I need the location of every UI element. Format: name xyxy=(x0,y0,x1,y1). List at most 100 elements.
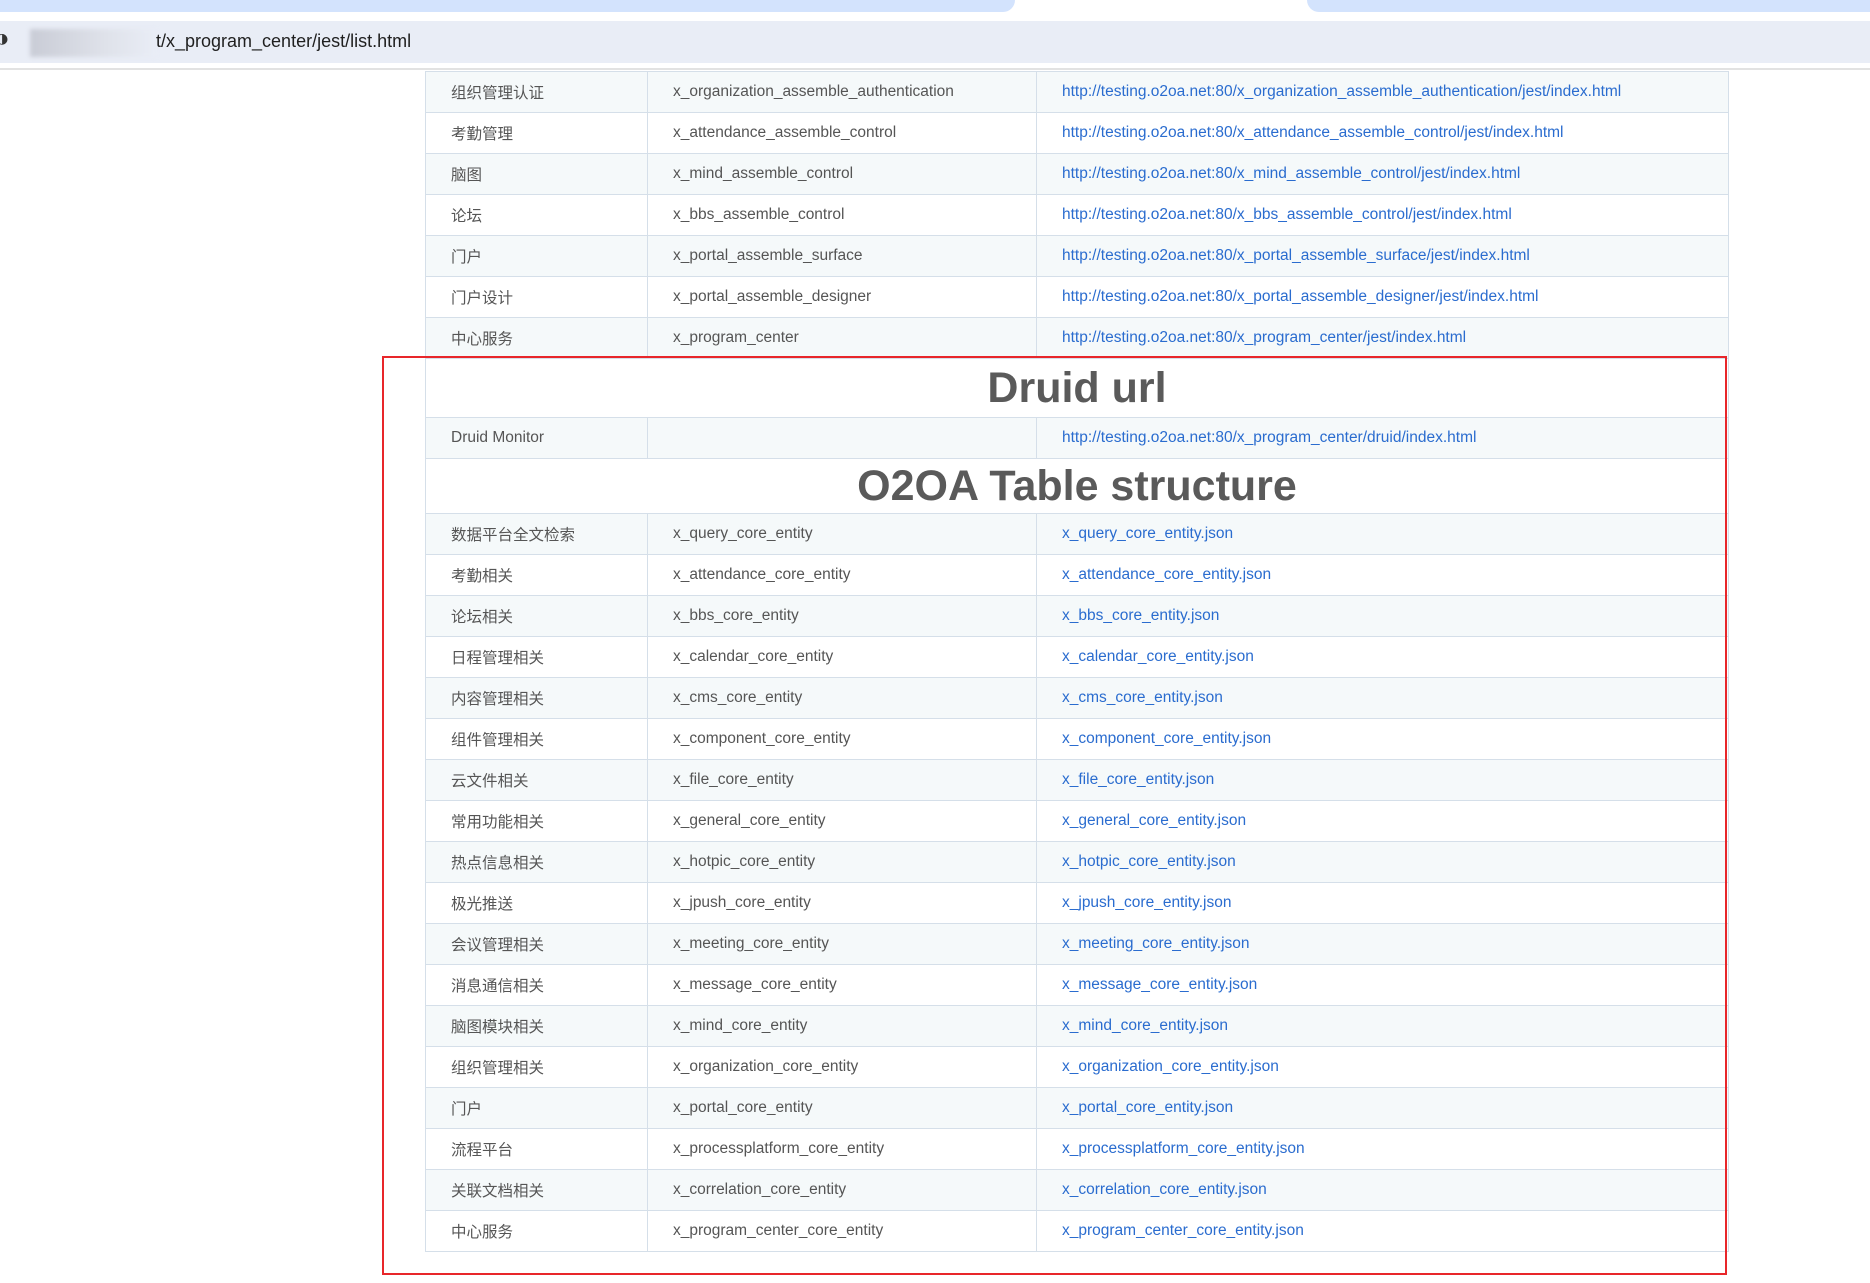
row-link[interactable]: http://testing.o2oa.net:80/x_organizatio… xyxy=(1062,83,1621,100)
row-link[interactable]: http://testing.o2oa.net:80/x_mind_assemb… xyxy=(1062,165,1520,182)
table-row: 常用功能相关 x_general_core_entity x_general_cor… xyxy=(425,800,1729,842)
row-module: x_meeting_core_entity xyxy=(673,935,829,952)
row-module-cell: x_meeting_core_entity xyxy=(647,923,1037,965)
row-link-cell: http://testing.o2oa.net:80/x_program_cen… xyxy=(1036,317,1729,359)
row-link[interactable]: x_jpush_core_entity.json xyxy=(1062,894,1231,911)
row-module-cell: x_hotpic_core_entity xyxy=(647,841,1037,883)
row-name-cell: 门户 xyxy=(425,1087,648,1129)
row-link[interactable]: x_general_core_entity.json xyxy=(1062,812,1246,829)
row-link[interactable]: x_file_core_entity.json xyxy=(1062,771,1214,788)
row-name: 考勤相关 xyxy=(451,568,514,585)
row-name-cell: 组件管理相关 xyxy=(425,718,648,760)
row-link[interactable]: x_component_core_entity.json xyxy=(1062,730,1271,747)
row-link-cell: x_program_center_core_entity.json xyxy=(1036,1210,1729,1252)
row-name: 会议管理相关 xyxy=(451,937,545,954)
row-link[interactable]: x_hotpic_core_entity.json xyxy=(1062,853,1236,870)
row-module: x_portal_core_entity xyxy=(673,1099,813,1116)
row-module-cell: x_general_core_entity xyxy=(647,800,1037,842)
row-link[interactable]: x_processplatform_core_entity.json xyxy=(1062,1140,1305,1157)
row-link-cell: x_processplatform_core_entity.json xyxy=(1036,1128,1729,1170)
table-row: 内容管理相关 x_cms_core_entity x_cms_core_entity… xyxy=(425,677,1729,719)
table-row: 考勤相关 x_attendance_core_entity x_attendance… xyxy=(425,554,1729,596)
table-row: 数据平台全文检索 x_query_core_entity x_query_core_… xyxy=(425,513,1729,555)
row-link[interactable]: x_mind_core_entity.json xyxy=(1062,1017,1228,1034)
row-name-cell: 流程平台 xyxy=(425,1128,648,1170)
row-link[interactable]: x_bbs_core_entity.json xyxy=(1062,607,1219,624)
druid-heading: Druid url xyxy=(425,358,1729,418)
row-link[interactable]: x_correlation_core_entity.json xyxy=(1062,1181,1267,1198)
row-link[interactable]: http://testing.o2oa.net:80/x_portal_asse… xyxy=(1062,288,1539,305)
row-link[interactable]: x_calendar_core_entity.json xyxy=(1062,648,1254,665)
row-name-cell: 常用功能相关 xyxy=(425,800,648,842)
row-link-cell: x_calendar_core_entity.json xyxy=(1036,636,1729,678)
security-icon[interactable]: ◑ xyxy=(0,31,8,47)
row-name-cell: Druid Monitor xyxy=(425,417,648,459)
row-link[interactable]: http://testing.o2oa.net:80/x_attendance_… xyxy=(1062,124,1564,141)
row-link[interactable]: http://testing.o2oa.net:80/x_program_cen… xyxy=(1062,429,1476,446)
row-link[interactable]: x_program_center_core_entity.json xyxy=(1062,1222,1304,1239)
row-module-cell: x_file_core_entity xyxy=(647,759,1037,801)
row-module: x_attendance_core_entity xyxy=(673,566,851,583)
row-link[interactable]: x_query_core_entity.json xyxy=(1062,525,1233,542)
row-module: x_general_core_entity xyxy=(673,812,826,829)
row-link[interactable]: x_organization_core_entity.json xyxy=(1062,1058,1279,1075)
row-link[interactable]: x_cms_core_entity.json xyxy=(1062,689,1223,706)
table-row: 热点信息相关 x_hotpic_core_entity x_hotpic_core_… xyxy=(425,841,1729,883)
row-link[interactable]: x_attendance_core_entity.json xyxy=(1062,566,1271,583)
table-row: 脑图模块相关 x_mind_core_entity x_mind_core_enti… xyxy=(425,1005,1729,1047)
url-text[interactable]: t/x_program_center/jest/list.html xyxy=(156,31,411,52)
row-link-cell: http://testing.o2oa.net:80/x_program_cen… xyxy=(1036,417,1729,459)
row-link-cell: x_portal_core_entity.json xyxy=(1036,1087,1729,1129)
row-name: 脑图 xyxy=(451,167,483,184)
row-module-cell: x_portal_core_entity xyxy=(647,1087,1037,1129)
row-link-cell: x_correlation_core_entity.json xyxy=(1036,1169,1729,1211)
row-name-cell: 热点信息相关 xyxy=(425,841,648,883)
druid-heading-row: Druid url xyxy=(425,358,1729,418)
browser-tab[interactable] xyxy=(1307,0,1870,12)
row-link[interactable]: http://testing.o2oa.net:80/x_portal_asse… xyxy=(1062,247,1530,264)
row-module-cell: x_organization_assemble_authentication xyxy=(647,71,1037,113)
table-row: 门户 x_portal_core_entity x_portal_core_enti… xyxy=(425,1087,1729,1129)
table-row: 门户 x_portal_assemble_surface http://testin… xyxy=(425,235,1729,277)
divider xyxy=(0,68,1870,70)
row-name-cell: 考勤管理 xyxy=(425,112,648,154)
table-row: 考勤管理 x_attendance_assemble_control http://… xyxy=(425,112,1729,154)
table-row: 组织管理认证 x_organization_assemble_authentica… xyxy=(425,71,1729,113)
address-bar[interactable]: ◑ t/x_program_center/jest/list.html xyxy=(0,21,1870,63)
table-structure-heading: O2OA Table structure xyxy=(425,458,1729,514)
table-row: 论坛相关 x_bbs_core_entity x_bbs_core_entity.j… xyxy=(425,595,1729,637)
row-name-cell: 消息通信相关 xyxy=(425,964,648,1006)
row-name: 消息通信相关 xyxy=(451,978,545,995)
row-module: x_processplatform_core_entity xyxy=(673,1140,885,1157)
row-name-cell: 数据平台全文检索 xyxy=(425,513,648,555)
row-name-cell: 考勤相关 xyxy=(425,554,648,596)
row-link[interactable]: http://testing.o2oa.net:80/x_program_cen… xyxy=(1062,329,1466,346)
row-module-cell: x_correlation_core_entity xyxy=(647,1169,1037,1211)
row-module: x_component_core_entity xyxy=(673,730,851,747)
table-row: 组织管理相关 x_organization_core_entity x_organi… xyxy=(425,1046,1729,1088)
row-name: 关联文档相关 xyxy=(451,1183,545,1200)
table-row: 极光推送 x_jpush_core_entity x_jpush_core_enti… xyxy=(425,882,1729,924)
row-module-cell: x_program_center xyxy=(647,317,1037,359)
row-module: x_jpush_core_entity xyxy=(673,894,811,911)
row-link[interactable]: http://testing.o2oa.net:80/x_bbs_assembl… xyxy=(1062,206,1512,223)
table-row: 消息通信相关 x_message_core_entity x_message_cor… xyxy=(425,964,1729,1006)
row-link-cell: http://testing.o2oa.net:80/x_bbs_assembl… xyxy=(1036,194,1729,236)
row-link[interactable]: x_meeting_core_entity.json xyxy=(1062,935,1250,952)
table-row: 门户设计 x_portal_assemble_designer http://tes… xyxy=(425,276,1729,318)
row-name: 数据平台全文检索 xyxy=(451,527,576,544)
row-name-cell: 脑图模块相关 xyxy=(425,1005,648,1047)
row-link-cell: x_file_core_entity.json xyxy=(1036,759,1729,801)
row-link[interactable]: x_portal_core_entity.json xyxy=(1062,1099,1233,1116)
row-name-cell: 组织管理相关 xyxy=(425,1046,648,1088)
row-name-cell: 日程管理相关 xyxy=(425,636,648,678)
row-link[interactable]: x_message_core_entity.json xyxy=(1062,976,1257,993)
table-row: 日程管理相关 x_calendar_core_entity x_calendar_c… xyxy=(425,636,1729,678)
row-name: 门户 xyxy=(451,1101,483,1118)
row-module-cell: x_calendar_core_entity xyxy=(647,636,1037,678)
row-module-cell: x_jpush_core_entity xyxy=(647,882,1037,924)
browser-tab[interactable] xyxy=(0,0,1015,12)
row-module: x_attendance_assemble_control xyxy=(673,124,897,141)
table-row: 中心服务 x_program_center_core_entity x_progra… xyxy=(425,1210,1729,1252)
row-module: x_bbs_assemble_control xyxy=(673,206,845,223)
